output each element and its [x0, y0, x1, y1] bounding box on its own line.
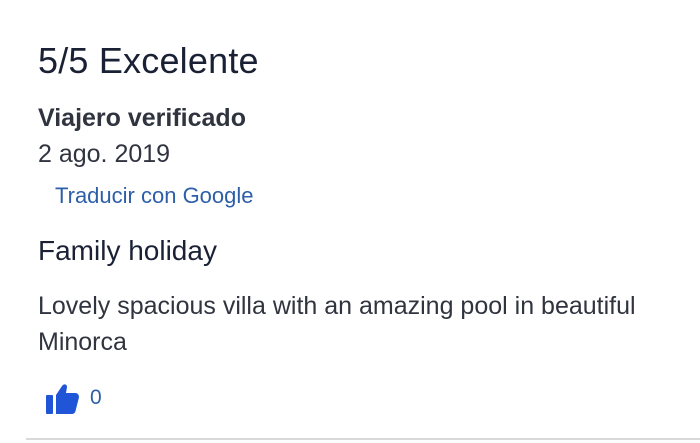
helpful-button[interactable]: 0 [44, 380, 102, 416]
review-card: 5/5 Excelente Viajero verificado 2 ago. … [0, 0, 700, 443]
translate-link[interactable]: Traducir con Google [55, 183, 254, 209]
review-date: 2 ago. 2019 [38, 140, 171, 168]
helpful-count: 0 [90, 386, 102, 409]
thumbs-up-icon [46, 384, 79, 414]
review-rating: 5/5 Excelente [38, 40, 259, 81]
reviewer-name: Viajero verificado [38, 104, 246, 132]
review-body: Lovely spacious villa with an amazing po… [38, 292, 636, 356]
divider [26, 438, 700, 440]
review-title: Family holiday [38, 235, 217, 266]
